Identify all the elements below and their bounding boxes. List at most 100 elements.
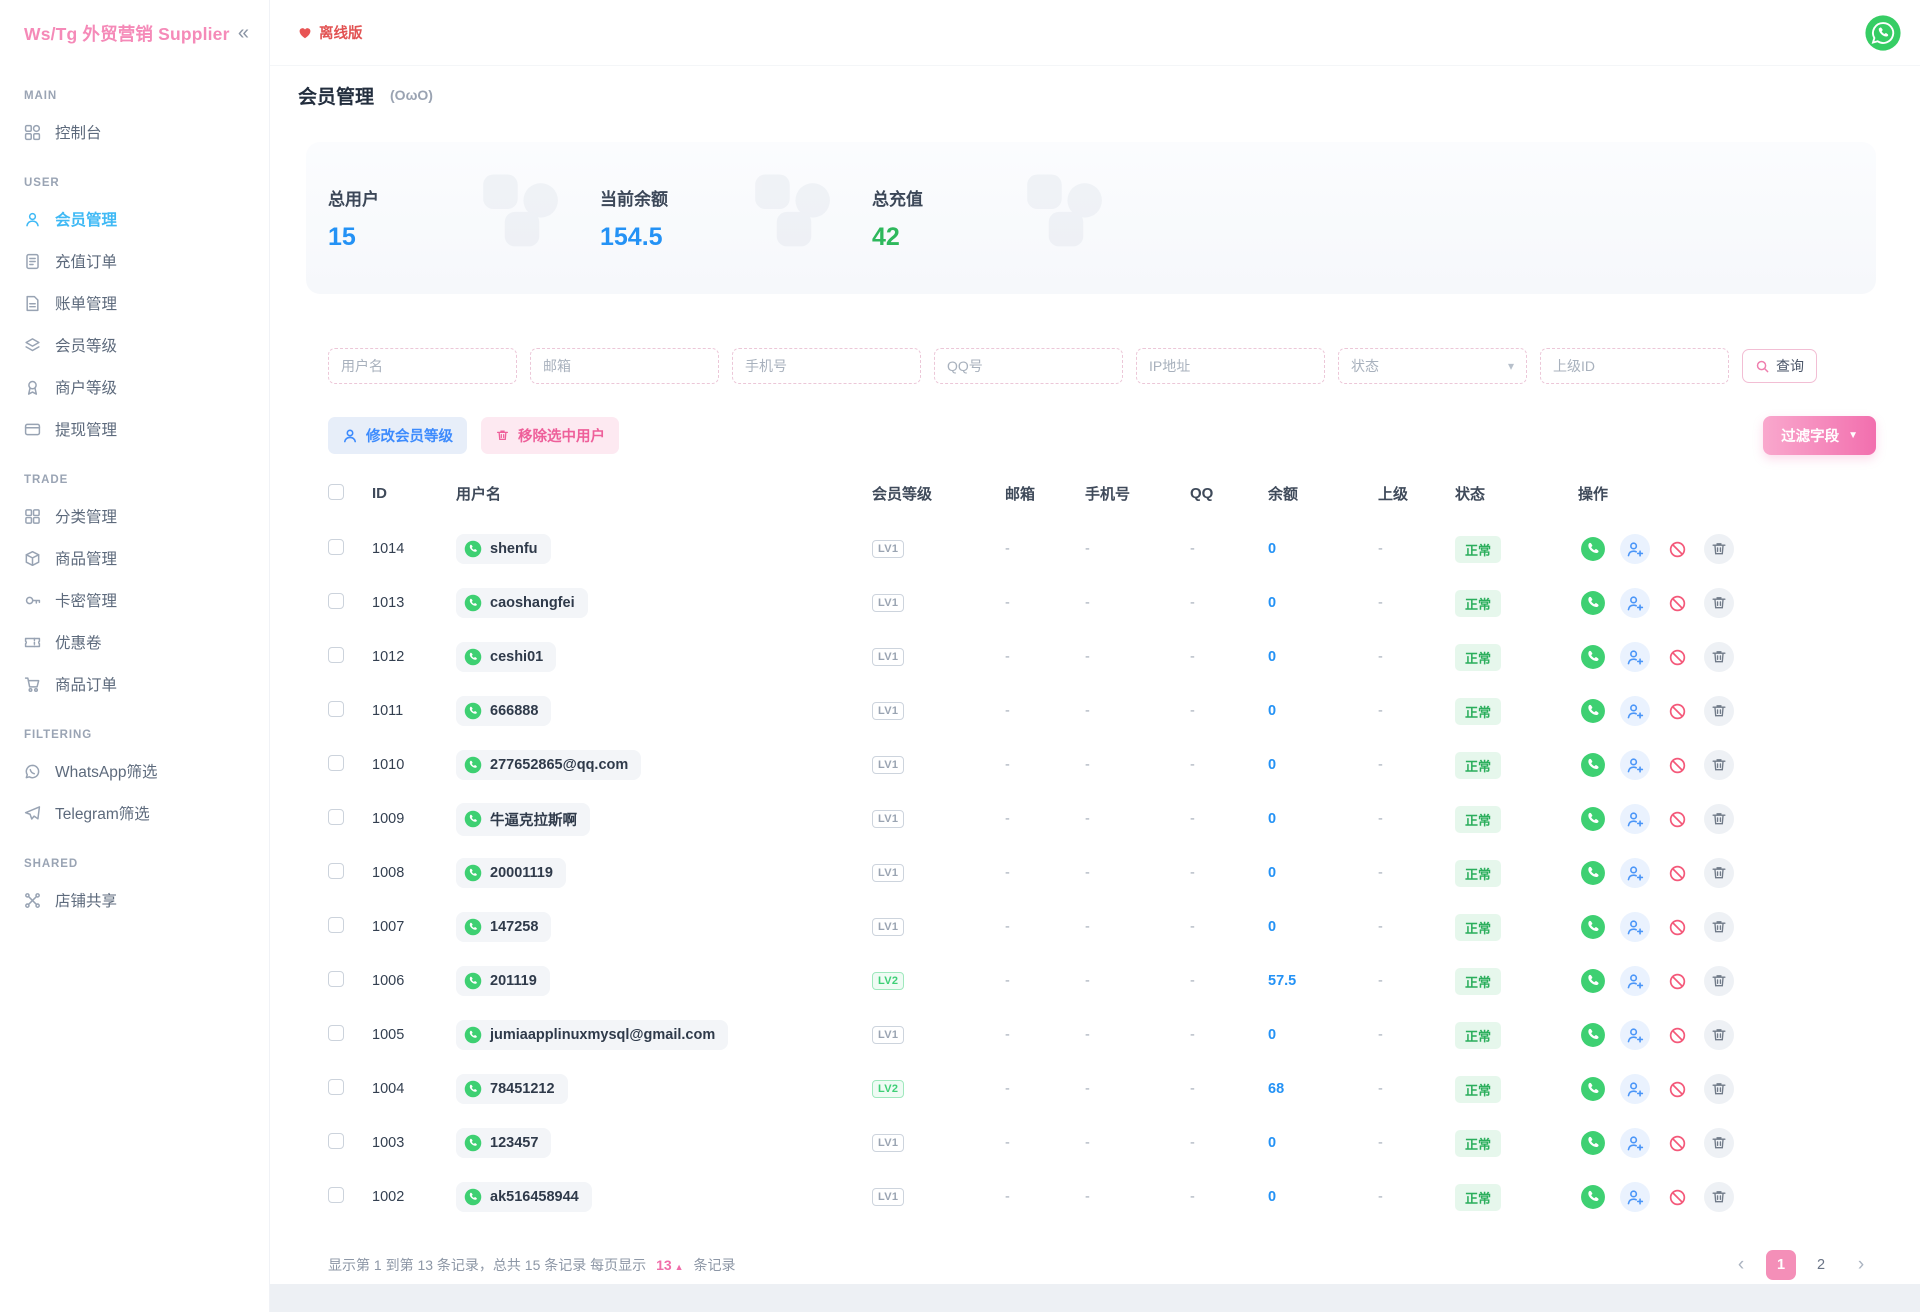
sidebar-item-shop-sharing[interactable]: 店铺共享 [0, 879, 269, 921]
row-checkbox[interactable] [328, 1133, 344, 1149]
search-button[interactable]: 查询 [1742, 349, 1817, 383]
username-pill[interactable]: 78451212 [456, 1074, 568, 1104]
row-checkbox[interactable] [328, 971, 344, 987]
username-pill[interactable]: ak516458944 [456, 1182, 592, 1212]
ban-user-button[interactable] [1662, 588, 1692, 618]
delete-user-button[interactable] [1704, 750, 1734, 780]
edit-user-button[interactable] [1620, 1020, 1650, 1050]
username-pill[interactable]: 277652865@qq.com [456, 750, 641, 780]
whatsapp-chat-button[interactable] [1578, 534, 1608, 564]
sidebar-item-telegram-filter[interactable]: Telegram筛选 [0, 792, 269, 834]
edit-user-button[interactable] [1620, 1182, 1650, 1212]
edit-user-button[interactable] [1620, 912, 1650, 942]
username-pill[interactable]: 20001119 [456, 858, 566, 888]
edit-user-button[interactable] [1620, 1074, 1650, 1104]
sidebar-item-member-management[interactable]: 会员管理 [0, 198, 269, 240]
filter-input-ip[interactable]: IP地址 [1136, 348, 1325, 384]
ban-user-button[interactable] [1662, 642, 1692, 672]
whatsapp-chat-button[interactable] [1578, 1074, 1608, 1104]
whatsapp-chat-button[interactable] [1578, 696, 1608, 726]
delete-user-button[interactable] [1704, 642, 1734, 672]
username-pill[interactable]: 201119 [456, 966, 550, 996]
whatsapp-chat-button[interactable] [1578, 642, 1608, 672]
sidebar-item-merchant-levels[interactable]: 商户等级 [0, 366, 269, 408]
filter-input-username[interactable]: 用户名 [328, 348, 517, 384]
remove-selected-button[interactable]: 移除选中用户 [481, 417, 619, 454]
ban-user-button[interactable] [1662, 1020, 1692, 1050]
username-pill[interactable]: jumiaapplinuxmysql@gmail.com [456, 1020, 728, 1050]
delete-user-button[interactable] [1704, 588, 1734, 618]
sidebar-item-billing-management[interactable]: 账单管理 [0, 282, 269, 324]
ban-user-button[interactable] [1662, 912, 1692, 942]
edit-user-button[interactable] [1620, 696, 1650, 726]
username-pill[interactable]: caoshangfei [456, 588, 588, 618]
ban-user-button[interactable] [1662, 1074, 1692, 1104]
whatsapp-chat-button[interactable] [1578, 1020, 1608, 1050]
filter-input-phone[interactable]: 手机号 [732, 348, 921, 384]
row-checkbox[interactable] [328, 755, 344, 771]
sidebar-item-product-orders[interactable]: 商品订单 [0, 663, 269, 705]
sidebar-item-coupons[interactable]: 优惠卷 [0, 621, 269, 663]
edit-user-button[interactable] [1620, 966, 1650, 996]
edit-user-button[interactable] [1620, 588, 1650, 618]
next-page-button[interactable]: › [1846, 1250, 1876, 1280]
whatsapp-account-icon[interactable] [1864, 14, 1902, 52]
row-checkbox[interactable] [328, 1079, 344, 1095]
username-pill[interactable]: 147258 [456, 912, 551, 942]
edit-user-button[interactable] [1620, 858, 1650, 888]
sidebar-item-member-levels[interactable]: 会员等级 [0, 324, 269, 366]
delete-user-button[interactable] [1704, 1128, 1734, 1158]
delete-user-button[interactable] [1704, 1074, 1734, 1104]
whatsapp-chat-button[interactable] [1578, 804, 1608, 834]
username-pill[interactable]: 666888 [456, 696, 551, 726]
row-checkbox[interactable] [328, 701, 344, 717]
whatsapp-chat-button[interactable] [1578, 1182, 1608, 1212]
row-checkbox[interactable] [328, 809, 344, 825]
ban-user-button[interactable] [1662, 1128, 1692, 1158]
delete-user-button[interactable] [1704, 696, 1734, 726]
sidebar-item-recharge-orders[interactable]: 充值订单 [0, 240, 269, 282]
row-checkbox[interactable] [328, 917, 344, 933]
row-checkbox[interactable] [328, 1025, 344, 1041]
delete-user-button[interactable] [1704, 1182, 1734, 1212]
ban-user-button[interactable] [1662, 1182, 1692, 1212]
delete-user-button[interactable] [1704, 534, 1734, 564]
edit-user-button[interactable] [1620, 642, 1650, 672]
page-button-1[interactable]: 1 [1766, 1250, 1796, 1280]
delete-user-button[interactable] [1704, 804, 1734, 834]
prev-page-button[interactable]: ‹ [1726, 1250, 1756, 1280]
sidebar-item-category-management[interactable]: 分类管理 [0, 495, 269, 537]
sidebar-item-product-management[interactable]: 商品管理 [0, 537, 269, 579]
delete-user-button[interactable] [1704, 1020, 1734, 1050]
sidebar-item-card-key-management[interactable]: 卡密管理 [0, 579, 269, 621]
ban-user-button[interactable] [1662, 966, 1692, 996]
ban-user-button[interactable] [1662, 750, 1692, 780]
delete-user-button[interactable] [1704, 966, 1734, 996]
edit-user-button[interactable] [1620, 534, 1650, 564]
edit-user-button[interactable] [1620, 750, 1650, 780]
status-select[interactable]: 状态▾ [1338, 348, 1527, 384]
whatsapp-chat-button[interactable] [1578, 858, 1608, 888]
edit-user-button[interactable] [1620, 804, 1650, 834]
sidebar-item-dashboard[interactable]: 控制台 [0, 111, 269, 153]
ban-user-button[interactable] [1662, 696, 1692, 726]
username-pill[interactable]: 123457 [456, 1128, 551, 1158]
sidebar-collapse-button[interactable]: « [238, 23, 249, 43]
edit-member-level-button[interactable]: 修改会员等级 [328, 417, 467, 454]
sidebar-item-withdrawal-management[interactable]: 提现管理 [0, 408, 269, 450]
sidebar-item-whatsapp-filter[interactable]: WhatsApp筛选 [0, 750, 269, 792]
row-checkbox[interactable] [328, 593, 344, 609]
select-all-checkbox[interactable] [328, 484, 344, 500]
delete-user-button[interactable] [1704, 858, 1734, 888]
whatsapp-chat-button[interactable] [1578, 1128, 1608, 1158]
username-pill[interactable]: shenfu [456, 534, 551, 564]
row-checkbox[interactable] [328, 539, 344, 555]
filter-fields-button[interactable]: 过滤字段 ▼ [1763, 416, 1876, 455]
page-button-2[interactable]: 2 [1806, 1250, 1836, 1280]
row-checkbox[interactable] [328, 863, 344, 879]
filter-input-parent-id[interactable]: 上级ID [1540, 348, 1729, 384]
page-size-dropdown[interactable]: 13 ▲ [656, 1257, 684, 1273]
row-checkbox[interactable] [328, 647, 344, 663]
ban-user-button[interactable] [1662, 534, 1692, 564]
whatsapp-chat-button[interactable] [1578, 966, 1608, 996]
